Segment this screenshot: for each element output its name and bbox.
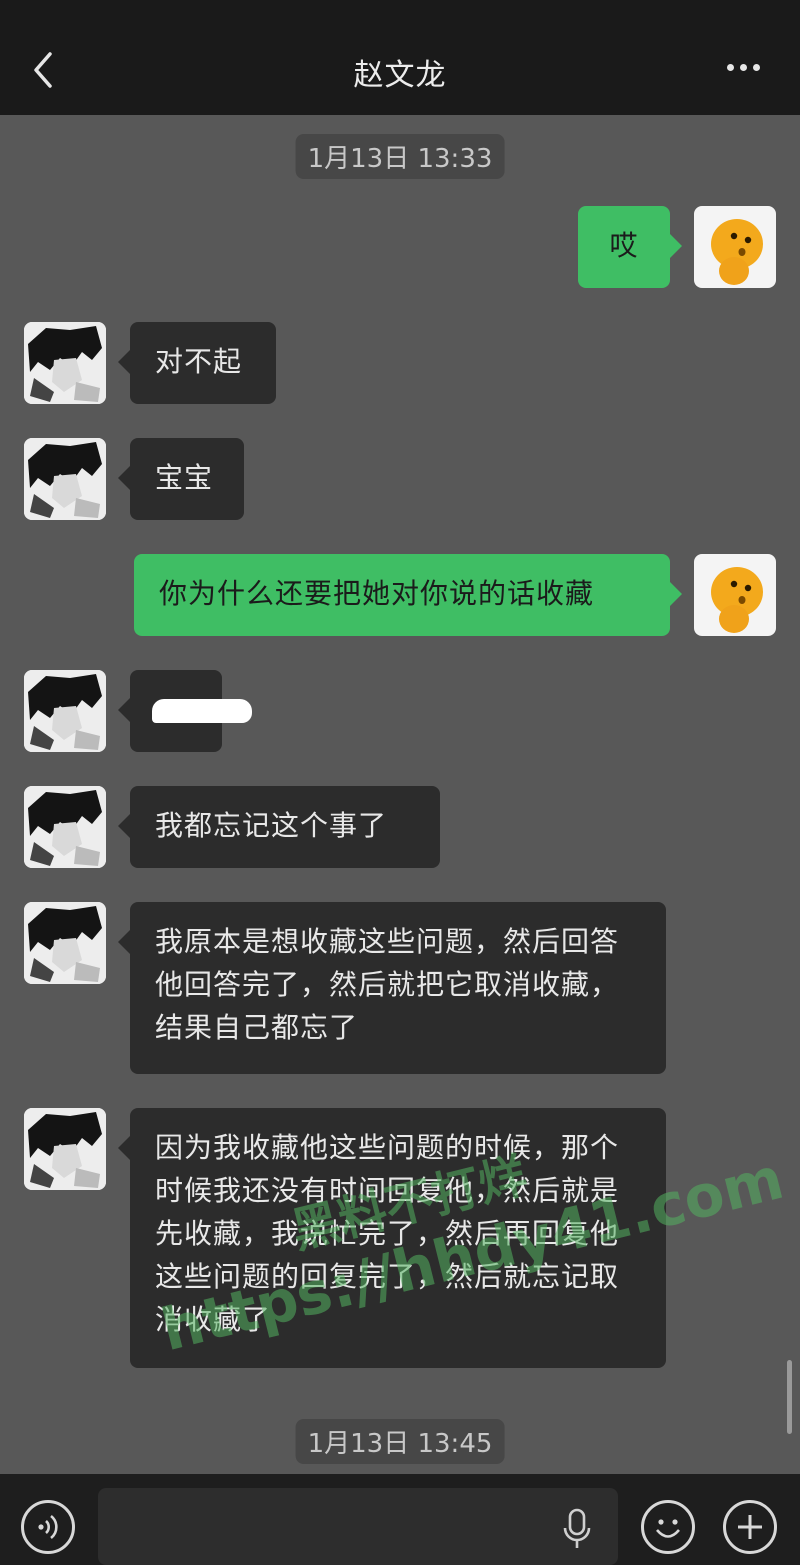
voice-icon[interactable] [21,1500,75,1554]
contact-avatar[interactable] [24,322,106,404]
anime-character-avatar-icon [24,1108,106,1190]
message-bubble-sent[interactable]: 哎 [578,206,682,288]
message-bubble-received[interactable]: 对不起 [118,322,276,404]
my-avatar[interactable] [694,206,776,288]
yellow-mascot-avatar-icon [711,219,763,285]
anime-character-avatar-icon [24,322,106,404]
anime-character-avatar-icon [24,438,106,520]
message-bubble-received[interactable]: 因为我收藏他这些问题的时候，那个时候我还没有时间回复他，然后就是先收藏，我说忙完… [118,1108,666,1368]
message-bubble-received[interactable]: 我原本是想收藏这些问题，然后回答他回答完了，然后就把它取消收藏，结果自己都忘了 [118,902,666,1074]
contact-avatar[interactable] [24,670,106,752]
plus-circle-icon[interactable] [723,1500,777,1554]
message-bubble-received[interactable]: 我都忘记这个事了 [118,786,440,868]
more-dots-icon[interactable] [724,56,770,84]
message-bubble-received[interactable]: 宝宝 [118,438,244,520]
anime-character-avatar-icon [24,902,106,984]
message-timestamp: 1月13日 13:45 [295,1419,505,1464]
contact-avatar[interactable] [24,786,106,868]
chat-title: 赵文龙 [353,58,447,93]
redaction-mark [152,699,252,723]
contact-avatar[interactable] [24,438,106,520]
input-bar [0,1474,800,1565]
chat-header: 赵文龙 [0,0,800,115]
my-avatar[interactable] [694,554,776,636]
anime-character-avatar-icon [24,670,106,752]
contact-avatar[interactable] [24,902,106,984]
yellow-mascot-avatar-icon [711,567,763,633]
emoji-icon[interactable] [641,1500,695,1554]
contact-avatar[interactable] [24,1108,106,1190]
message-bubble-sent[interactable]: 你为什么还要把她对你说的话收藏 [134,554,682,636]
message-timestamp: 1月13日 13:33 [295,134,505,179]
scrollbar[interactable] [787,1360,792,1434]
microphone-icon[interactable] [560,1506,594,1554]
message-input[interactable] [98,1488,618,1565]
anime-character-avatar-icon [24,786,106,868]
